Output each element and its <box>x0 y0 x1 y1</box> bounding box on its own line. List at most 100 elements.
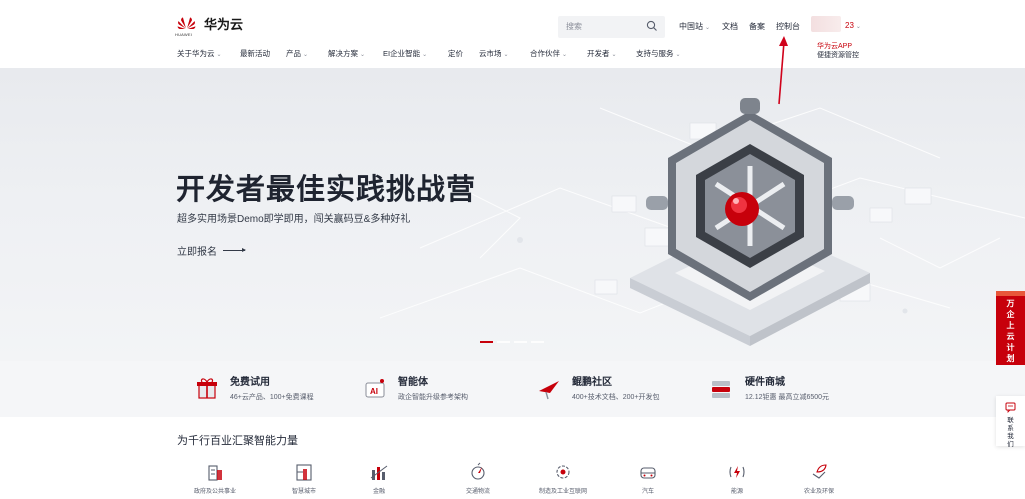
industry-government[interactable]: 政府及公共事业 <box>170 462 260 495</box>
brand-name: 华为云 <box>204 17 244 32</box>
nav-label: 支持与服务 <box>636 49 674 58</box>
register-label: 立即报名 <box>177 247 217 258</box>
car-icon <box>640 467 656 479</box>
industry-energy[interactable]: 能源 <box>692 462 782 495</box>
chevron-down-icon: ⌄ <box>303 52 309 58</box>
nav-ei[interactable]: EI企业智能 ⌄ <box>383 48 427 62</box>
feature-desc: 政企智能升级参考架构 <box>398 394 468 401</box>
chevron-down-icon: ⌄ <box>855 24 861 30</box>
industry-agriculture[interactable]: 农业及环保 <box>774 462 864 495</box>
brand-sub: HUAWEI <box>175 32 193 37</box>
chat-icon <box>1005 402 1016 413</box>
side-plan-label: 万企上云计划 <box>1006 299 1015 363</box>
carousel-dot[interactable] <box>480 341 493 343</box>
industry-finance[interactable]: 金融 <box>334 462 424 495</box>
console-link[interactable]: 控制台 <box>776 21 800 32</box>
nav-products[interactable]: 产品 ⌄ <box>286 48 308 62</box>
nav-developers[interactable]: 开发者 ⌄ <box>587 48 617 62</box>
chevron-down-icon: ⌄ <box>611 52 617 58</box>
filing-link[interactable]: 备案 <box>749 21 765 32</box>
hero-banner[interactable]: 开发者最佳实践挑战营 超多实用场景Demo即学即用，闯关赢码豆&多种好礼 立即报… <box>0 68 1025 361</box>
nav-label: 合作伙伴 <box>530 49 560 58</box>
logistics-icon <box>471 462 485 480</box>
nav-pricing[interactable]: 定价 <box>448 48 463 62</box>
industry-label: 汽车 <box>641 489 654 495</box>
arrow-right-icon <box>223 248 246 252</box>
government-icon <box>208 465 222 481</box>
nav-marketplace[interactable]: 云市场 ⌄ <box>479 48 509 62</box>
industry-label: 金融 <box>372 489 385 495</box>
huawei-cloud-logo[interactable]: 华为云 <box>177 14 243 33</box>
feature-title: 智能体 <box>398 377 428 388</box>
nav-about[interactable]: 关于华为云 ⌄ <box>177 48 222 62</box>
nav-label: 解决方案 <box>328 49 358 58</box>
user-name: 23 <box>845 21 854 30</box>
nav-label: 定价 <box>448 49 463 58</box>
manufacturing-icon <box>556 465 570 479</box>
industry-label: 农业及环保 <box>803 489 834 495</box>
finance-icon <box>370 465 388 480</box>
feature-title: 鲲鹏社区 <box>572 377 612 388</box>
chevron-down-icon: ⌄ <box>675 52 681 58</box>
kunpeng-icon <box>539 381 559 400</box>
search-box[interactable]: 搜索 <box>558 16 665 38</box>
feature-title: 硬件商城 <box>745 377 785 388</box>
nav-latest-events[interactable]: 最新活动 <box>240 48 270 62</box>
industry-logistics[interactable]: 交通物流 <box>433 462 523 495</box>
nav-label: EI企业智能 <box>383 49 421 58</box>
region-label: 中国站 <box>679 22 703 31</box>
nav-label: 产品 <box>286 49 301 58</box>
carousel-dot[interactable] <box>497 341 510 343</box>
app-promo[interactable]: 华为云APP 便捷资源管控 <box>817 42 859 60</box>
carousel-indicators <box>480 341 544 343</box>
nav-solutions[interactable]: 解决方案 ⌄ <box>328 48 365 62</box>
nav-label: 开发者 <box>587 49 610 58</box>
carousel-dot[interactable] <box>514 341 527 343</box>
feature-title: 免费试用 <box>230 377 270 388</box>
nav-label: 关于华为云 <box>177 49 215 58</box>
chevron-down-icon: ⌄ <box>503 52 509 58</box>
feature-kunpeng[interactable]: 鲲鹏社区 400+技术文档、200+开发包 <box>536 373 660 402</box>
side-plan-accent <box>996 291 1025 296</box>
search-placeholder: 搜索 <box>566 22 582 31</box>
industry-section-title: 为千行百业汇聚智能力量 <box>177 435 298 447</box>
nav-support[interactable]: 支持与服务 ⌄ <box>636 48 681 62</box>
industry-manufacturing[interactable]: 制造及工业互联网 <box>518 462 608 495</box>
user-menu[interactable]: 23 ⌄ <box>845 21 861 30</box>
ai-icon: AI <box>365 379 385 398</box>
feature-strip: 免费试用 46+云产品、100+免费课程 AI 智能体 政企智能升级参考架构 鲲… <box>0 361 1025 417</box>
side-contact-label: 联系我们 <box>1007 417 1014 448</box>
hero-subtitle: 超多实用场景Demo即学即用，闯关赢码豆&多种好礼 <box>177 214 411 225</box>
app-promo-desc: 便捷资源管控 <box>817 52 859 59</box>
huawei-logo-icon <box>177 15 196 32</box>
industry-label: 制造及工业互联网 <box>538 489 587 495</box>
feature-hardware-store[interactable]: 硬件商城 12.12钜惠 最高立减6500元 <box>709 373 829 402</box>
industry-automotive[interactable]: 汽车 <box>603 462 693 495</box>
svg-text:AI: AI <box>370 387 378 396</box>
docs-link[interactable]: 文档 <box>722 21 738 32</box>
chevron-down-icon: ⌄ <box>562 52 568 58</box>
nav-label: 最新活动 <box>240 49 270 58</box>
search-icon[interactable] <box>646 20 658 32</box>
avatar[interactable] <box>811 16 841 32</box>
gift-icon <box>197 378 217 399</box>
nav-label: 云市场 <box>479 49 502 58</box>
app-promo-title: 华为云APP <box>817 43 853 50</box>
hero-chip-illustration <box>630 98 870 346</box>
chevron-down-icon: ⌄ <box>422 52 428 58</box>
feature-agent[interactable]: AI 智能体 政企智能升级参考架构 <box>362 373 468 402</box>
energy-icon <box>729 466 745 478</box>
industry-label: 政府及公共事业 <box>193 489 236 495</box>
side-cloud-plan[interactable]: 万企上云计划 <box>996 291 1025 365</box>
agriculture-icon <box>812 464 827 479</box>
chevron-down-icon: ⌄ <box>705 25 711 31</box>
hero-title: 开发者最佳实践挑战营 <box>176 174 477 206</box>
smart-city-icon <box>296 464 312 481</box>
register-button[interactable]: 立即报名 <box>177 243 246 258</box>
region-selector[interactable]: 中国站 ⌄ <box>679 21 710 32</box>
feature-desc: 12.12钜惠 最高立减6500元 <box>745 394 830 401</box>
nav-partners[interactable]: 合作伙伴 ⌄ <box>530 48 567 62</box>
feature-free-trial[interactable]: 免费试用 46+云产品、100+免费课程 <box>194 373 314 402</box>
carousel-dot[interactable] <box>531 341 544 343</box>
side-contact-us[interactable]: 联系我们 <box>996 396 1025 448</box>
